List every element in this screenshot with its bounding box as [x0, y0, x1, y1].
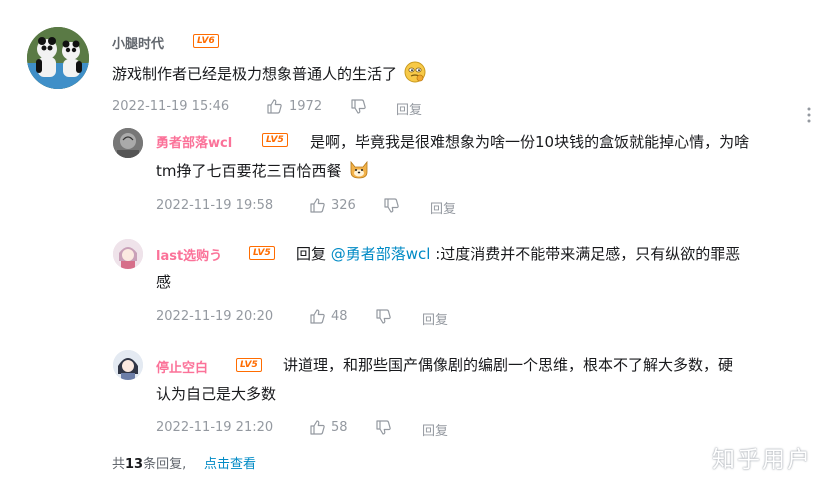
root-time: 2022-11-19 15:46 [112, 99, 230, 114]
avatar-image-icon [113, 128, 143, 158]
reply-content-cont: 感 [156, 268, 171, 297]
reply-time: 2022-11-19 20:20 [156, 309, 274, 324]
reply-username[interactable]: last选购う [156, 245, 222, 264]
dog-emoji-icon [350, 160, 368, 179]
root-reply-button[interactable]: 回复 [396, 99, 422, 118]
reply-username[interactable]: 停止空白 [156, 357, 208, 376]
like-icon[interactable] [309, 197, 325, 213]
reply-text-line2: 认为自己是大多数 [156, 385, 277, 403]
reply-username[interactable]: 勇者部落wcl [156, 132, 232, 151]
reply-content: 讲道理，和那些国产偶像剧的编剧一个思维，根本不了解大多数，硬 [283, 351, 733, 380]
total-prefix: 共 [112, 457, 126, 472]
reply-like-count: 326 [331, 198, 356, 213]
reply-text-line2: 感 [156, 273, 172, 291]
like-icon[interactable] [266, 98, 282, 114]
reply-like-count: 48 [331, 309, 348, 324]
level-badge: LV6 [193, 34, 219, 48]
reply-like-count: 58 [331, 420, 348, 435]
root-content-text: 游戏制作者已经是极力想象普通人的生活了 [112, 65, 398, 83]
reply-text-line1: :过度消费并不能带来满足感，只有纵欲的罪恶 [430, 245, 741, 263]
reply-prefix: 回复 [296, 245, 331, 263]
total-replies: 共13条回复, [112, 453, 186, 472]
total-suffix: 条回复, [143, 457, 187, 472]
reply-text-line2: tm挣了七百要花三百恰西餐 [156, 162, 342, 180]
reply-content: 是啊，毕竟我是很难想象为啥一份10块钱的盒饭就能掉心情，为啥 [310, 128, 830, 157]
dislike-icon[interactable] [375, 309, 391, 325]
dislike-icon[interactable] [375, 420, 391, 436]
view-more-link[interactable]: 点击查看 [204, 453, 256, 472]
avatar[interactable] [27, 27, 89, 89]
reply-content: 回复 @勇者部落wcl :过度消费并不能带来满足感，只有纵欲的罪恶 [296, 240, 740, 269]
anime-avatar-icon [113, 350, 143, 380]
like-icon[interactable] [309, 419, 325, 435]
reply-reply-button[interactable]: 回复 [430, 198, 456, 217]
reply-avatar[interactable] [113, 350, 143, 380]
zhihu-watermark: 知乎用户 [712, 447, 812, 473]
panda-avatar-icon [27, 27, 89, 89]
reply-text-line1: 讲道理，和那些国产偶像剧的编剧一个思维，根本不了解大多数，硬 [283, 356, 734, 374]
mention-link[interactable]: @勇者部落wcl [331, 245, 431, 263]
level-badge: LV5 [236, 358, 262, 372]
reply-time: 2022-11-19 21:20 [156, 420, 274, 435]
root-username[interactable]: 小腿时代 [112, 33, 164, 52]
reply-content-cont: tm挣了七百要花三百恰西餐 [156, 157, 370, 186]
dislike-icon[interactable] [383, 198, 399, 214]
more-options-icon[interactable] [806, 106, 812, 124]
like-icon[interactable] [309, 308, 325, 324]
root-like-count: 1972 [289, 99, 323, 114]
reply-avatar[interactable] [113, 239, 143, 269]
reply-content-cont: 认为自己是大多数 [156, 380, 276, 409]
thinking-emoji-icon [404, 61, 426, 83]
dislike-icon[interactable] [350, 99, 366, 115]
root-content: 游戏制作者已经是极力想象普通人的生活了 [112, 60, 426, 89]
reply-reply-button[interactable]: 回复 [422, 309, 448, 328]
anime-avatar-icon [113, 239, 143, 269]
total-count: 13 [125, 457, 144, 472]
reply-text-line1: 是啊，毕竟我是很难想象为啥一份10块钱的盒饭就能掉心情，为啥 [310, 133, 750, 151]
reply-reply-button[interactable]: 回复 [422, 420, 448, 439]
level-badge: LV5 [262, 133, 288, 147]
reply-avatar[interactable] [113, 128, 143, 158]
reply-time: 2022-11-19 19:58 [156, 198, 274, 213]
level-badge: LV5 [249, 246, 275, 260]
